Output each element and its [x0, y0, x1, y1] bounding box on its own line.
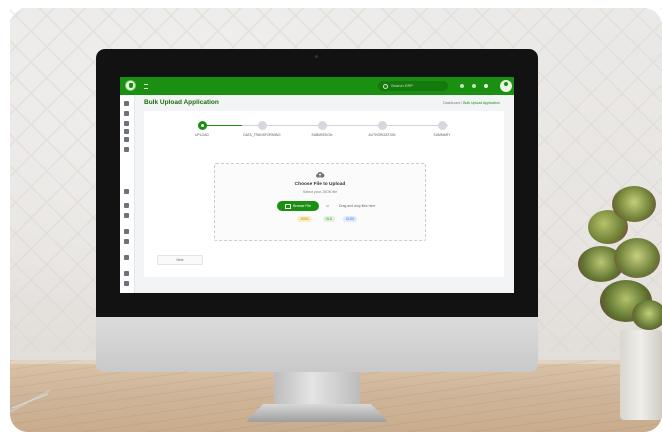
grid-icon[interactable] [124, 111, 129, 116]
settings-icon[interactable] [460, 84, 464, 88]
step-label: DATA_TRANSFORMING [243, 133, 281, 137]
notification-icon[interactable] [472, 84, 476, 88]
search-input[interactable]: Search ERP [378, 81, 448, 91]
step-label: AUTHORIZATION [368, 133, 396, 137]
drag-drop-hint: Drag and drop files here [339, 204, 376, 208]
search-icon [383, 84, 388, 89]
monitor-chin [96, 317, 538, 372]
step-label: UPLOAD [195, 133, 209, 137]
step-indicator [377, 121, 387, 130]
user-icon[interactable] [124, 271, 129, 276]
step-summary[interactable]: SUMMARY [412, 121, 472, 137]
doc-icon[interactable] [124, 203, 129, 208]
plant-pot [620, 330, 662, 420]
page-title: Bulk Upload Application [144, 99, 219, 106]
step-upload[interactable]: UPLOAD [172, 121, 232, 137]
dropzone-subtitle: Select your JSON file [302, 190, 338, 194]
imac-computer: Search ERP Bulk Upload Application Dashb… [96, 49, 538, 422]
step-indicator-active [197, 121, 207, 130]
doc-icon[interactable] [124, 255, 129, 260]
cloud-upload-icon [315, 171, 325, 178]
dropzone-title: Choose File to Upload [294, 182, 346, 187]
breadcrumb: Dashboard / Bulk Upload Application [443, 101, 500, 105]
doc-icon[interactable] [124, 129, 129, 134]
browse-file-label: Browse File [293, 204, 311, 208]
leaf [614, 238, 660, 278]
doc-icon[interactable] [124, 137, 129, 142]
format-chip-json: JSON [297, 216, 312, 222]
camera [315, 55, 318, 58]
or-separator: or [326, 204, 330, 208]
step-submission[interactable]: SUBMISSION [292, 121, 352, 137]
sidebar [120, 95, 135, 293]
step-label: SUMMARY [433, 133, 451, 137]
chart-icon[interactable] [124, 189, 129, 194]
format-chip-xls: XLS [323, 216, 336, 222]
cable [10, 389, 51, 413]
file-dropzone[interactable]: Choose File to Upload Select your JSON f… [214, 163, 426, 241]
leaf [632, 300, 662, 330]
list-icon[interactable] [124, 281, 129, 286]
doc-icon[interactable] [124, 213, 129, 218]
step-indicator [437, 121, 447, 130]
leaf [612, 186, 656, 222]
stepper: UPLOAD DATA_TRANSFORMING SUBMISSION AUTH… [184, 121, 464, 145]
step-authorization[interactable]: AUTHORIZATION [352, 121, 412, 137]
format-chip-xlsx: XLSX [343, 216, 358, 222]
step-indicator [257, 121, 267, 130]
next-button[interactable]: Next [157, 255, 203, 265]
topbar: Search ERP [120, 77, 514, 95]
folder-icon [285, 203, 292, 209]
search-placeholder: Search ERP [391, 83, 414, 88]
breadcrumb-current: Bulk Upload Application [463, 101, 500, 105]
app-logo-icon[interactable] [125, 80, 136, 91]
monitor-stand [274, 372, 360, 409]
monitor-foot [246, 404, 388, 422]
browse-file-button[interactable]: Browse File [277, 201, 319, 211]
step-data-transforming[interactable]: DATA_TRANSFORMING [232, 121, 292, 137]
list-icon[interactable] [124, 147, 129, 152]
doc-icon[interactable] [124, 229, 129, 234]
grid-icon[interactable] [124, 101, 129, 106]
app-screen: Search ERP Bulk Upload Application Dashb… [120, 77, 514, 293]
user-avatar-icon[interactable] [500, 80, 512, 92]
globe-icon[interactable] [484, 84, 488, 88]
doc-icon[interactable] [124, 121, 129, 126]
breadcrumb-root[interactable]: Dashboard [443, 101, 460, 105]
table-icon[interactable] [124, 239, 129, 244]
menu-icon[interactable] [144, 84, 148, 89]
step-label: SUBMISSION [311, 133, 333, 137]
upload-card: UPLOAD DATA_TRANSFORMING SUBMISSION AUTH… [144, 111, 504, 277]
step-indicator [317, 121, 327, 130]
